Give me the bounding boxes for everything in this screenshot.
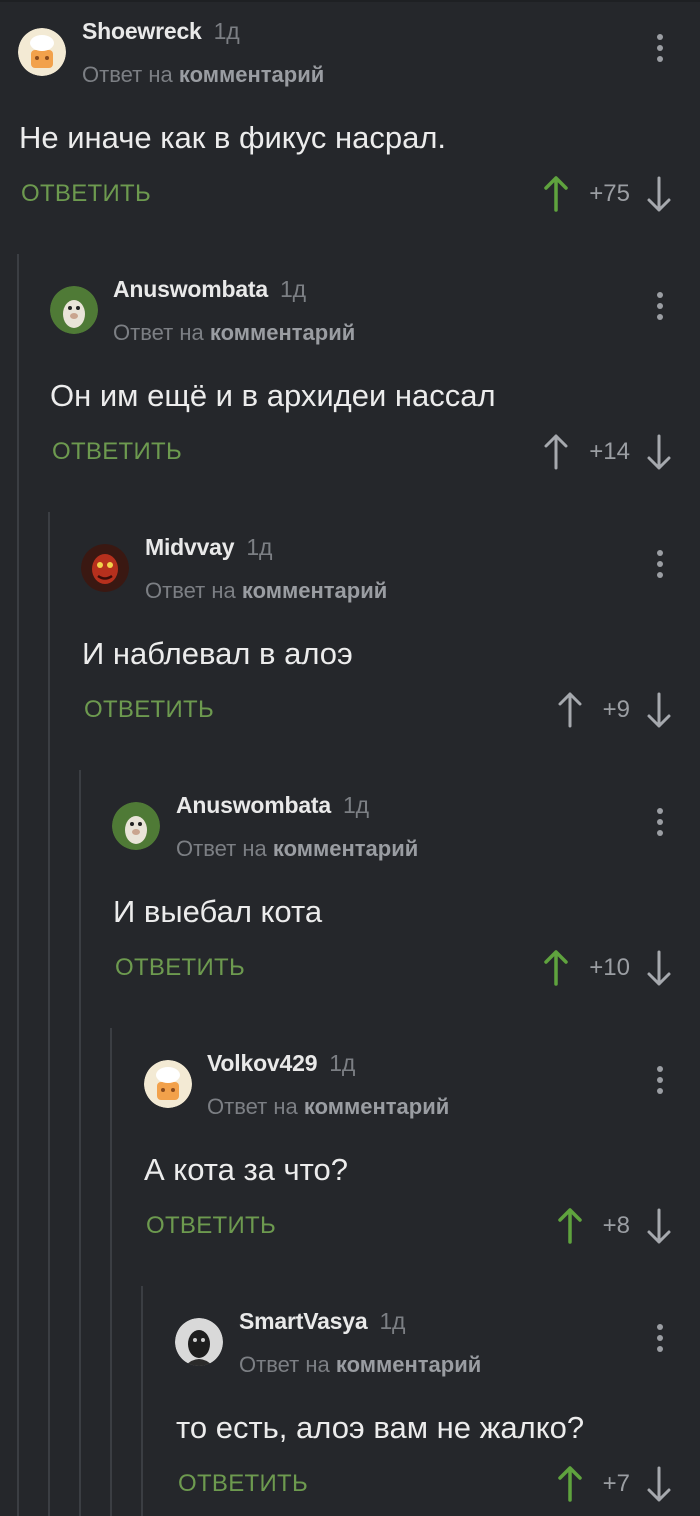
- thread-line-1[interactable]: [17, 254, 19, 1516]
- reply-to-line: Ответ на комментарий: [82, 62, 324, 88]
- thread-line-5[interactable]: [141, 1286, 143, 1516]
- reply-button[interactable]: ОТВЕТИТЬ: [178, 1470, 308, 1498]
- comment-time: 1д: [213, 18, 240, 44]
- top-divider: [0, 0, 700, 2]
- downvote-arrow-icon[interactable]: [644, 948, 674, 988]
- more-options-icon[interactable]: [650, 808, 670, 842]
- reply-button[interactable]: ОТВЕТИТЬ: [146, 1212, 276, 1240]
- reply-to-line: Ответ на комментарий: [239, 1352, 481, 1378]
- chef-avatar-icon[interactable]: [144, 1060, 192, 1108]
- author-name[interactable]: Anuswombata 1д: [176, 792, 369, 819]
- reply-to-prefix: Ответ на: [145, 578, 236, 603]
- more-options-icon[interactable]: [650, 292, 670, 326]
- reply-to-line: Ответ на комментарий: [176, 836, 418, 862]
- reply-to-prefix: Ответ на: [176, 836, 267, 861]
- vote-score: +9: [602, 696, 630, 723]
- downvote-arrow-icon[interactable]: [644, 690, 674, 730]
- reply-button[interactable]: ОТВЕТИТЬ: [115, 954, 245, 982]
- comment-text: А кота за что?: [144, 1152, 349, 1187]
- chef-avatar-icon[interactable]: [18, 28, 66, 76]
- dark-portrait-avatar-icon[interactable]: [175, 1318, 223, 1366]
- comment-text: то есть, алоэ вам не жалко?: [176, 1410, 585, 1445]
- upvote-arrow-icon[interactable]: [555, 1206, 585, 1246]
- comment-time: 1д: [342, 792, 369, 818]
- reply-to-line: Ответ на комментарий: [207, 1094, 449, 1120]
- vote-controls: +10: [541, 946, 674, 990]
- vote-controls: +14: [541, 430, 674, 474]
- thread-line-3[interactable]: [79, 770, 81, 1516]
- author-name[interactable]: Shoewreck 1д: [82, 18, 240, 45]
- reply-to-link[interactable]: комментарий: [273, 836, 418, 861]
- upvote-arrow-icon[interactable]: [555, 1464, 585, 1504]
- comment-time: 1д: [329, 1050, 356, 1076]
- reply-to-prefix: Ответ на: [239, 1352, 330, 1377]
- red-face-avatar-icon[interactable]: [81, 544, 129, 592]
- reply-to-line: Ответ на комментарий: [113, 320, 355, 346]
- comment-text: Не иначе как в фикус насрал.: [19, 120, 447, 155]
- reply-to-link[interactable]: комментарий: [179, 62, 324, 87]
- author-name[interactable]: SmartVasya 1д: [239, 1308, 405, 1335]
- comment-thread: Shoewreck 1д Ответ на комментарий Не инач…: [0, 0, 700, 1516]
- hamster-avatar-icon[interactable]: [50, 286, 98, 334]
- reply-button[interactable]: ОТВЕТИТЬ: [21, 180, 151, 208]
- upvote-arrow-icon[interactable]: [541, 432, 571, 472]
- vote-controls: +75: [541, 172, 674, 216]
- thread-line-4[interactable]: [110, 1028, 112, 1516]
- comment-time: 1д: [246, 534, 273, 560]
- vote-controls: +7: [555, 1462, 674, 1506]
- reply-to-link[interactable]: комментарий: [304, 1094, 449, 1119]
- vote-score: +7: [602, 1470, 630, 1497]
- comment-text: И наблевал в алоэ: [82, 636, 353, 671]
- downvote-arrow-icon[interactable]: [644, 1464, 674, 1504]
- vote-controls: +8: [555, 1204, 674, 1248]
- reply-button[interactable]: ОТВЕТИТЬ: [84, 696, 214, 724]
- downvote-arrow-icon[interactable]: [644, 432, 674, 472]
- vote-controls: +9: [555, 688, 674, 732]
- reply-to-link[interactable]: комментарий: [336, 1352, 481, 1377]
- upvote-arrow-icon[interactable]: [541, 948, 571, 988]
- vote-score: +10: [589, 954, 630, 981]
- author-name[interactable]: Midvvay 1д: [145, 534, 272, 561]
- vote-score: +75: [589, 180, 630, 207]
- thread-line-2[interactable]: [48, 512, 50, 1516]
- more-options-icon[interactable]: [650, 1066, 670, 1100]
- comment-text: Он им ещё и в архидеи нассал: [50, 378, 496, 413]
- vote-score: +8: [602, 1212, 630, 1239]
- reply-to-link[interactable]: комментарий: [242, 578, 387, 603]
- author-name[interactable]: Volkov429 1д: [207, 1050, 355, 1077]
- reply-to-prefix: Ответ на: [113, 320, 204, 345]
- more-options-icon[interactable]: [650, 34, 670, 68]
- comment-time: 1д: [279, 276, 306, 302]
- reply-to-prefix: Ответ на: [82, 62, 173, 87]
- downvote-arrow-icon[interactable]: [644, 174, 674, 214]
- reply-to-prefix: Ответ на: [207, 1094, 298, 1119]
- reply-to-link[interactable]: комментарий: [210, 320, 355, 345]
- more-options-icon[interactable]: [650, 1324, 670, 1358]
- comment-text: И выебал кота: [113, 894, 323, 929]
- vote-score: +14: [589, 438, 630, 465]
- upvote-arrow-icon[interactable]: [541, 174, 571, 214]
- upvote-arrow-icon[interactable]: [555, 690, 585, 730]
- author-name[interactable]: Anuswombata 1д: [113, 276, 306, 303]
- reply-button[interactable]: ОТВЕТИТЬ: [52, 438, 182, 466]
- downvote-arrow-icon[interactable]: [644, 1206, 674, 1246]
- comment-time: 1д: [379, 1308, 406, 1334]
- reply-to-line: Ответ на комментарий: [145, 578, 387, 604]
- hamster-avatar-icon[interactable]: [112, 802, 160, 850]
- more-options-icon[interactable]: [650, 550, 670, 584]
